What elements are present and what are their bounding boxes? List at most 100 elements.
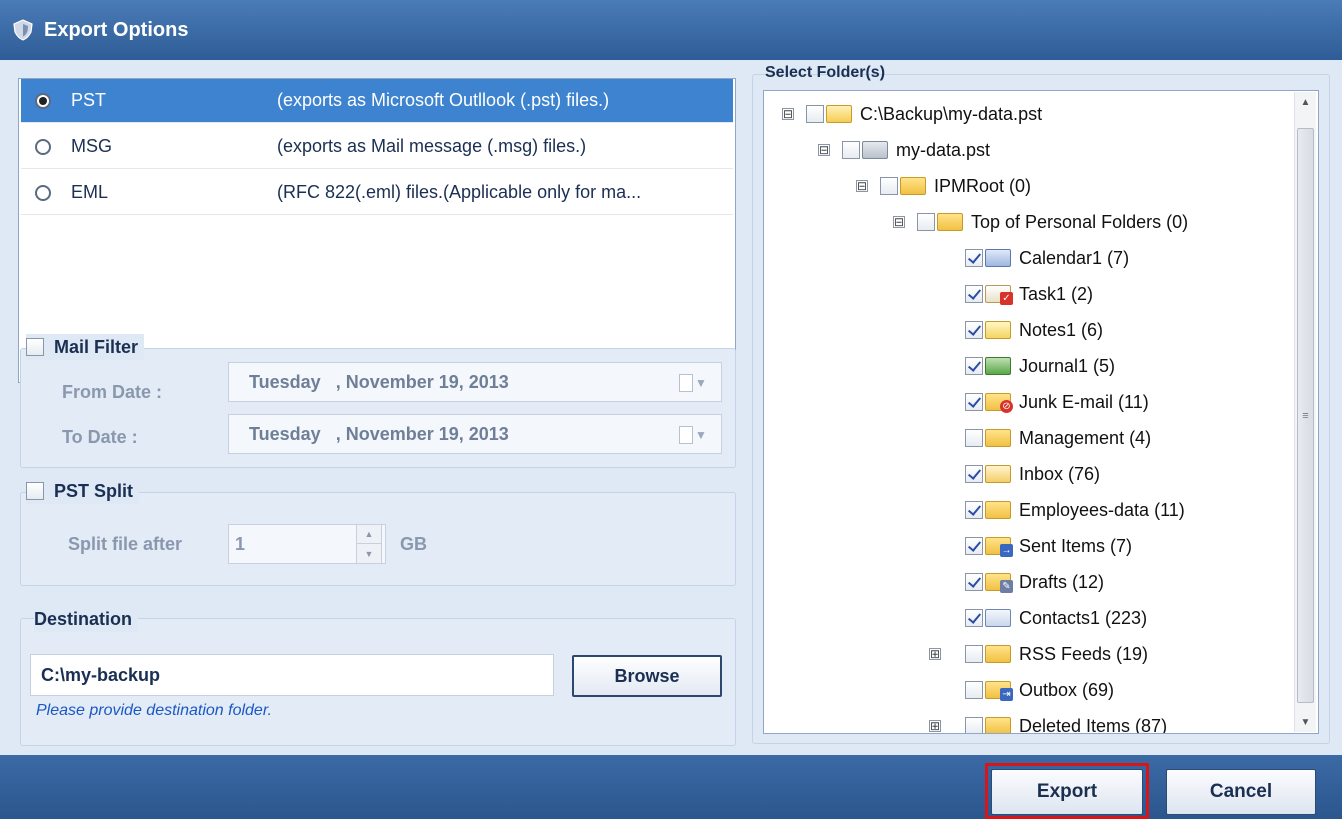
spin-down-icon[interactable]: ▼ [357,544,381,563]
tree-checkbox[interactable] [842,141,860,159]
calendar-dropdown-icon[interactable]: ▼ [679,373,709,393]
tree-checkbox[interactable] [965,429,983,447]
tree-item-notes1[interactable]: Notes1 (6) [965,313,1103,347]
tree-checkbox[interactable] [965,681,983,699]
task-icon: ✓ [985,285,1013,305]
folder-icon [985,501,1011,519]
cancel-button[interactable]: Cancel [1166,769,1316,815]
calendar-dropdown-icon[interactable]: ▼ [679,425,709,445]
tree-item-junk-email[interactable]: ⊘ Junk E-mail (11) [965,385,1149,419]
tree-item-label: Deleted Items (87) [1019,715,1168,734]
collapse-icon[interactable]: ⊟ [782,108,794,120]
split-size-value: 1 [235,533,246,554]
junk-folder-icon: ⊘ [985,393,1013,413]
drafts-icon: ✎ [985,573,1013,593]
folder-icon [985,645,1011,663]
tree-item-task1[interactable]: ✓ Task1 (2) [965,277,1093,311]
tree-checkbox[interactable] [965,393,983,411]
tree-item-inbox[interactable]: Inbox (76) [965,457,1100,491]
expand-icon[interactable]: ⊞ [929,720,941,732]
tree-item-label: Sent Items (7) [1019,535,1133,556]
tree-item-ipmroot[interactable]: ⊟ IPMRoot (0) [856,169,1031,203]
folder-tree-scrollbar[interactable]: ▲ ≡ ▼ [1294,92,1316,732]
export-type-eml[interactable]: EML (RFC 822(.eml) files.(Applicable onl… [21,171,733,215]
scroll-down-icon[interactable]: ▼ [1295,712,1316,732]
split-size-stepper[interactable]: ▲ ▼ [356,524,382,564]
title-bar: Export Options [0,0,1342,60]
export-type-description: (exports as Mail message (.msg) files.) [277,136,587,156]
tree-item-label: Top of Personal Folders (0) [971,211,1189,232]
tree-checkbox[interactable] [965,321,983,339]
export-type-pst[interactable]: PST (exports as Microsoft Outllook (.pst… [21,79,733,123]
tree-checkbox[interactable] [965,285,983,303]
tree-item-drafts[interactable]: ✎ Drafts (12) [965,565,1104,599]
tree-item-rss-feeds[interactable]: ⊞ RSS Feeds (19) [929,637,1148,671]
inbox-icon [985,465,1011,483]
to-date-picker[interactable]: Tuesday , November 19, 2013 ▼ [228,414,722,454]
tree-checkbox[interactable] [965,249,983,267]
journal-icon [985,357,1011,375]
destination-path-input[interactable]: C:\my-backup [30,654,554,696]
spin-up-icon[interactable]: ▲ [357,525,381,544]
pst-split-header[interactable]: PST Split [26,478,140,504]
tree-item-employees-data[interactable]: Employees-data (11) [965,493,1185,527]
mail-filter-checkbox[interactable] [26,338,44,356]
export-button[interactable]: Export [991,769,1143,815]
tree-clip: ⊞ Deleted Items (87) [764,709,1294,733]
tree-item-deleted-items[interactable]: ⊞ Deleted Items (87) [929,709,1167,733]
tree-checkbox[interactable] [965,501,983,519]
tree-item-label: Contacts1 (223) [1019,607,1148,628]
tree-item-label: Journal1 (5) [1019,355,1116,376]
split-unit-label: GB [400,534,427,554]
pst-split-label: PST Split [54,480,134,501]
to-date-label: To Date : [62,427,138,447]
pst-split-checkbox[interactable] [26,482,44,500]
tree-checkbox[interactable] [965,465,983,483]
notes-icon [985,321,1011,339]
tree-item-label: Management (4) [1019,427,1152,448]
tree-item-label: Drafts (12) [1019,571,1105,592]
tree-item-outbox[interactable]: ⇥ Outbox (69) [965,673,1114,707]
tree-item-backup-pst[interactable]: ⊟ C:\Backup\my-data.pst [782,97,1042,131]
destination-path-value: C:\my-backup [41,664,161,685]
tree-item-label: RSS Feeds (19) [1019,643,1149,664]
collapse-icon[interactable]: ⊟ [818,144,830,156]
tree-checkbox[interactable] [917,213,935,231]
tree-checkbox[interactable] [880,177,898,195]
mail-filter-header[interactable]: Mail Filter [26,334,145,360]
tree-item-top-personal-folders[interactable]: ⊟ Top of Personal Folders (0) [893,205,1188,239]
pst-radio[interactable] [35,92,51,109]
scroll-up-icon[interactable]: ▲ [1295,92,1316,112]
browse-button[interactable]: Browse [572,655,722,697]
collapse-icon[interactable]: ⊟ [856,180,868,192]
tree-checkbox[interactable] [965,717,983,733]
split-file-after-label: Split file after [68,534,183,554]
tree-item-calendar1[interactable]: Calendar1 (7) [965,241,1129,275]
tree-item-my-data-pst[interactable]: ⊟ my-data.pst [818,133,990,167]
tree-checkbox[interactable] [965,537,983,555]
tree-item-label: Inbox (76) [1019,463,1101,484]
contacts-icon [985,609,1011,627]
tree-checkbox[interactable] [806,105,824,123]
scroll-thumb[interactable]: ≡ [1297,128,1314,703]
export-type-code: MSG [71,136,113,156]
pst-file-icon [862,141,888,159]
tree-checkbox[interactable] [965,645,983,663]
folder-icon [937,213,963,231]
tree-item-label: Employees-data (11) [1019,499,1185,520]
msg-radio[interactable] [35,138,51,155]
export-type-msg[interactable]: MSG (exports as Mail message (.msg) file… [21,125,733,169]
tree-checkbox[interactable] [965,573,983,591]
collapse-icon[interactable]: ⊟ [893,216,905,228]
tree-item-journal1[interactable]: Journal1 (5) [965,349,1115,383]
tree-item-label: Task1 (2) [1019,283,1094,304]
expand-icon[interactable]: ⊞ [929,648,941,660]
eml-radio[interactable] [35,184,51,201]
tree-checkbox[interactable] [965,357,983,375]
tree-item-management[interactable]: Management (4) [965,421,1151,455]
destination-hint: Please provide destination folder. [36,702,272,719]
from-date-picker[interactable]: Tuesday , November 19, 2013 ▼ [228,362,722,402]
tree-item-contacts1[interactable]: Contacts1 (223) [965,601,1147,635]
tree-item-sent-items[interactable]: → Sent Items (7) [965,529,1132,563]
tree-checkbox[interactable] [965,609,983,627]
